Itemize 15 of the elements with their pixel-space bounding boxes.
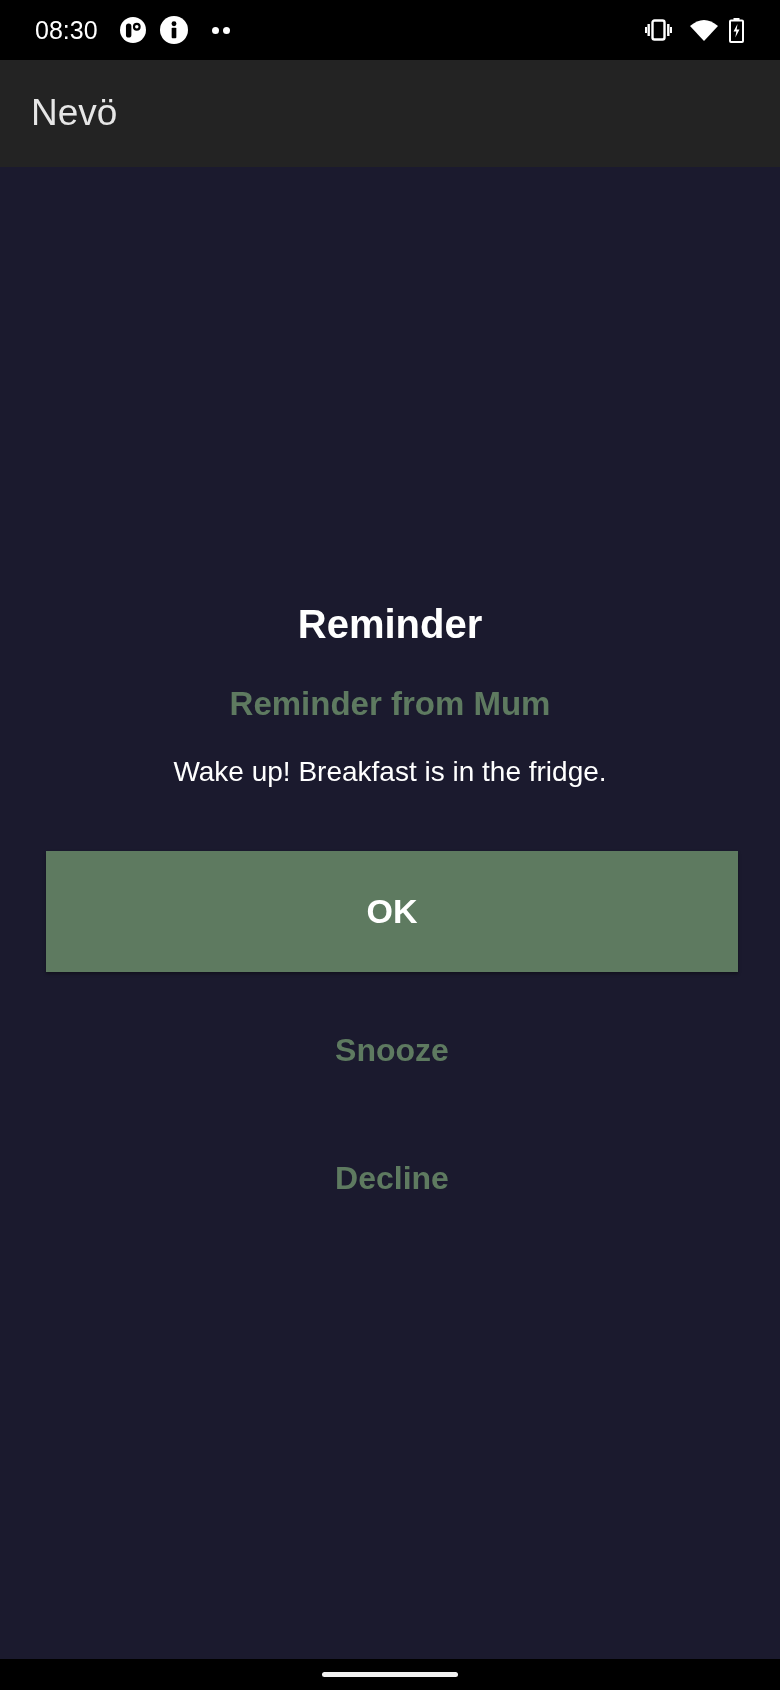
dots-icon <box>211 26 230 34</box>
ok-button[interactable]: OK <box>46 851 738 972</box>
decline-button[interactable]: Decline <box>315 1146 469 1210</box>
battery-charging-icon <box>729 17 744 43</box>
wifi-icon <box>690 19 718 41</box>
app-title: Nevö <box>31 91 118 136</box>
gesture-handle[interactable] <box>322 1672 458 1677</box>
reminder-sender: Reminder from Mum <box>228 684 552 724</box>
info-icon <box>159 16 188 44</box>
round-logo-icon <box>119 17 146 43</box>
vibrate-icon <box>645 19 672 41</box>
snooze-button[interactable]: Snooze <box>315 1018 469 1082</box>
reminder-title: Reminder <box>296 601 484 648</box>
reminder-message: Wake up! Breakfast is in the fridge. <box>172 755 608 789</box>
status-time: 08:30 <box>35 17 98 43</box>
